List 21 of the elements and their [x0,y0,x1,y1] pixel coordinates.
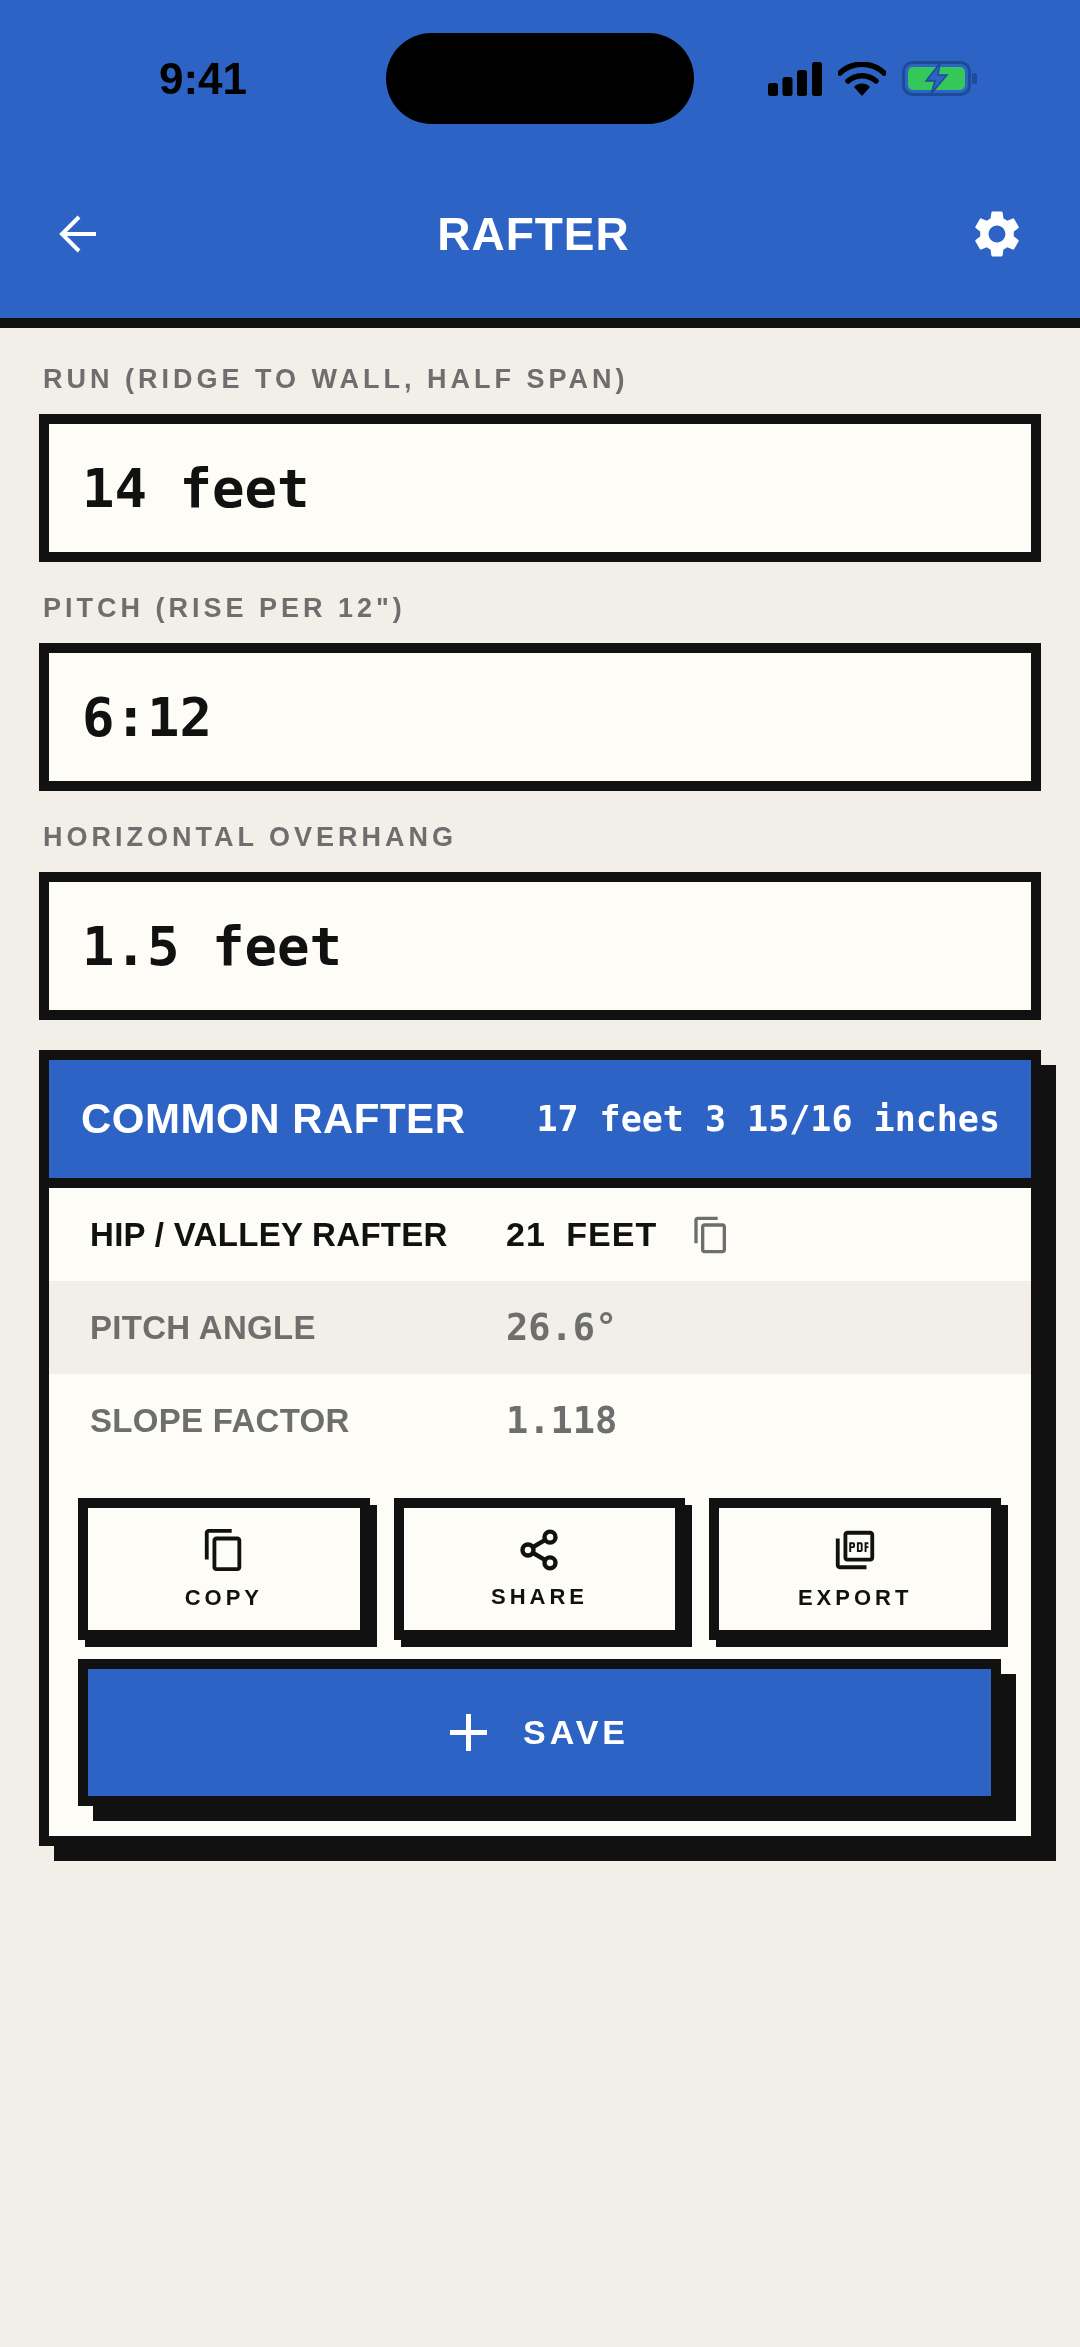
result-label: PITCH ANGLE [90,1308,317,1347]
input-field[interactable]: 14 feet [39,414,1041,562]
field-label: PITCH (RISE PER 12") [42,592,406,624]
input-field[interactable]: 6:12 [39,643,1041,791]
back-arrow-icon[interactable] [58,214,98,254]
result-value: 26.6° [506,1306,618,1349]
result-label: HIP / VALLEY RAFTER [90,1215,449,1254]
field-label: RUN (RIDGE TO WALL, HALF SPAN) [42,363,629,395]
result-value: 21 FEET [506,1215,658,1254]
result-label: SLOPE FACTOR [90,1401,351,1440]
result-total: 17 feet 3 15/16 inches [536,1099,1000,1139]
battery-charging-icon [901,61,977,96]
result-value: 1.118 [506,1399,618,1442]
wifi-icon [837,61,886,96]
field-label: HORIZONTAL OVERHANG [42,821,457,853]
plus-icon [449,1714,487,1751]
screen-title: RAFTER [437,207,630,261]
result-title: COMMON RAFTER [81,1095,466,1143]
input-field[interactable]: 1.5 feet [39,872,1041,1020]
signal-icon [767,61,822,96]
status-time: 9:41 [158,53,248,104]
